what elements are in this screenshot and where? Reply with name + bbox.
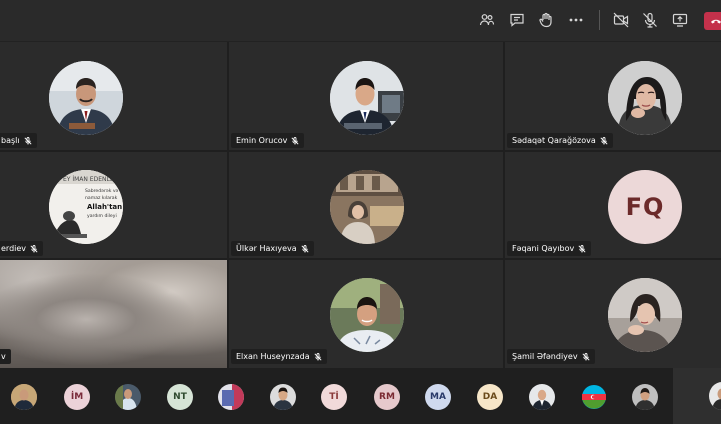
mic-off-icon [291, 136, 299, 145]
participant-name: Elxan Huseynzada [236, 352, 310, 361]
participant-name: Ülkər Haxıyeva [236, 244, 297, 253]
participant-name-tag: erdiev [0, 241, 44, 256]
participant-video-feed [0, 260, 227, 368]
strip-avatar[interactable]: NT [167, 384, 193, 410]
mic-off-icon [301, 244, 309, 253]
participant-avatar: FQ [608, 170, 682, 244]
participant-avatar: EY İMAN EDENLER! Sabredərək və namaz kıl… [49, 170, 123, 244]
strip-initials: DA [482, 392, 498, 402]
participant-name-tag: Emin Orucov [231, 133, 305, 148]
hang-up-button[interactable] [704, 12, 721, 30]
toolbar-divider [599, 10, 600, 30]
poster-line: Allah'tan [87, 203, 122, 211]
poster-line: EY İMAN EDENLER! [63, 176, 120, 183]
strip-initials: MA [430, 392, 446, 402]
strip-initials: Tİ [329, 392, 339, 402]
meeting-toolbar [0, 0, 721, 42]
participant-avatar [330, 61, 404, 135]
participant-tile[interactable]: Ülkər Haxıyeva [229, 152, 503, 258]
strip-avatar[interactable]: DA [477, 384, 503, 410]
participant-name: Fəqani Qayıbov [512, 244, 575, 253]
mic-off-icon [314, 352, 322, 361]
strip-initials: İM [70, 392, 84, 402]
strip-initials: RM [379, 392, 395, 402]
participant-grid: başlı Emin Orucov Sədaqət Qarağözova EY … [0, 42, 721, 368]
strip-avatar[interactable]: Tİ [321, 384, 347, 410]
participant-name: Emin Orucov [236, 136, 288, 145]
participant-strip: İM NT Tİ RM MA DA [0, 368, 721, 424]
strip-avatar[interactable] [218, 384, 244, 410]
participant-name: Şamil Əfəndiyev [512, 352, 578, 361]
strip-initials: NT [173, 392, 187, 402]
strip-avatar[interactable] [115, 384, 141, 410]
participant-name-tag: v [0, 349, 11, 364]
mic-off-icon[interactable] [639, 9, 661, 31]
more-icon[interactable] [565, 9, 587, 31]
participant-tile[interactable]: Şamil Əfəndiyev [505, 260, 721, 368]
strip-avatar[interactable] [529, 384, 555, 410]
participant-name: erdiev [1, 244, 27, 253]
strip-avatar[interactable] [632, 384, 658, 410]
participants-icon[interactable] [476, 9, 498, 31]
participant-name-tag: Ülkər Haxıyeva [231, 241, 314, 256]
raise-hand-icon[interactable] [535, 9, 557, 31]
mic-off-icon [600, 136, 608, 145]
strip-avatar[interactable] [709, 382, 721, 410]
strip-avatar[interactable] [270, 384, 296, 410]
participant-tile[interactable]: başlı [0, 42, 227, 150]
poster-line: Sabredərək və [85, 188, 119, 194]
participant-avatar [330, 278, 404, 352]
participant-name-tag: Sədaqət Qarağözova [507, 133, 613, 148]
hang-up-icon [711, 19, 721, 24]
strip-avatar[interactable]: MA [425, 384, 451, 410]
participant-avatar [608, 278, 682, 352]
participant-video-tile[interactable]: v [0, 260, 227, 368]
strip-avatar[interactable]: RM [374, 384, 400, 410]
strip-overflow[interactable] [673, 368, 721, 424]
participant-tile[interactable]: EY İMAN EDENLER! Sabredərək və namaz kıl… [0, 152, 227, 258]
participant-name-tag: Şamil Əfəndiyev [507, 349, 595, 364]
mic-off-icon [582, 352, 590, 361]
camera-off-icon[interactable] [610, 9, 632, 31]
mic-off-icon [24, 136, 32, 145]
participant-tile[interactable]: Elxan Huseynzada [229, 260, 503, 368]
azerbaijan-flag-icon [582, 385, 606, 409]
poster-line: yardım dileyi [87, 213, 117, 219]
participant-tile[interactable]: Sədaqət Qarağözova [505, 42, 721, 150]
strip-avatar[interactable] [11, 384, 37, 410]
participant-avatar [49, 61, 123, 135]
participant-name: v [1, 352, 6, 361]
poster-line: namaz kılarak [85, 195, 118, 201]
mic-off-icon [30, 244, 38, 253]
chat-icon[interactable] [506, 9, 528, 31]
participant-avatar [608, 61, 682, 135]
participant-name-tag: Fəqani Qayıbov [507, 241, 592, 256]
participant-name-tag: Elxan Huseynzada [231, 349, 327, 364]
participant-initials: FQ [625, 193, 665, 221]
participant-avatar [330, 170, 404, 244]
mic-off-icon [578, 244, 586, 253]
participant-tile[interactable]: Emin Orucov [229, 42, 503, 150]
participant-name: başlı [1, 136, 20, 145]
flag-avatar[interactable] [581, 384, 607, 410]
share-screen-icon[interactable] [669, 9, 691, 31]
participant-name: Sədaqət Qarağözova [512, 136, 596, 145]
participant-name-tag: başlı [0, 133, 37, 148]
strip-avatar[interactable]: İM [64, 384, 90, 410]
participant-tile[interactable]: FQ Fəqani Qayıbov [505, 152, 721, 258]
